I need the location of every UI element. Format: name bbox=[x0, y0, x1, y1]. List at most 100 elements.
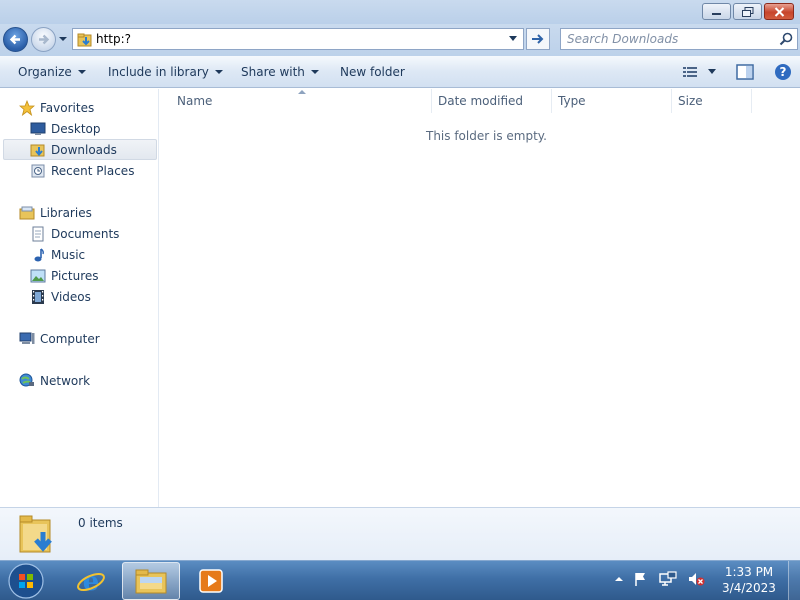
nav-favorites[interactable]: Favorites bbox=[19, 97, 94, 118]
close-icon bbox=[774, 6, 784, 17]
arrow-right-icon bbox=[39, 34, 50, 45]
nav-downloads-label: Downloads bbox=[51, 142, 117, 157]
navigation-pane: Favorites Desktop Downloads Recent Place… bbox=[0, 89, 159, 507]
downloads-folder-icon bbox=[77, 33, 92, 47]
nav-desktop[interactable]: Desktop bbox=[30, 118, 101, 139]
nav-music-label: Music bbox=[51, 247, 86, 262]
command-bar: Organize Include in library Share with N… bbox=[0, 56, 800, 88]
music-icon bbox=[34, 247, 44, 261]
system-tray bbox=[615, 571, 705, 587]
empty-folder-message: This folder is empty. bbox=[426, 129, 547, 143]
column-divider[interactable] bbox=[551, 89, 552, 113]
column-header-date-modified[interactable]: Date modified bbox=[438, 89, 550, 113]
view-options-dropdown-icon[interactable] bbox=[708, 69, 716, 75]
nav-favorites-label: Favorites bbox=[40, 100, 95, 115]
column-header-date-label: Date modified bbox=[438, 94, 524, 108]
go-arrow-icon bbox=[532, 34, 544, 44]
taskbar-clock[interactable]: 1:33 PM 3/4/2023 bbox=[716, 564, 782, 596]
nav-downloads[interactable]: Downloads bbox=[3, 139, 157, 160]
nav-documents-label: Documents bbox=[51, 226, 120, 241]
pictures-icon bbox=[30, 269, 46, 282]
show-desktop-button[interactable] bbox=[788, 561, 800, 600]
close-button[interactable] bbox=[764, 3, 794, 20]
computer-icon bbox=[19, 332, 35, 344]
column-header-size[interactable]: Size bbox=[678, 89, 750, 113]
libraries-icon bbox=[19, 206, 35, 219]
internet-explorer-icon: e bbox=[77, 567, 105, 596]
nav-videos[interactable]: Videos bbox=[30, 286, 91, 307]
nav-libraries[interactable]: Libraries bbox=[19, 202, 92, 223]
change-view-icon[interactable] bbox=[682, 65, 698, 79]
go-button[interactable] bbox=[526, 28, 550, 50]
taskbar: e 1:33 PM 3/4/2023 bbox=[0, 560, 800, 600]
column-header-size-label: Size bbox=[678, 94, 703, 108]
preview-pane-icon[interactable] bbox=[736, 64, 754, 80]
svg-text:?: ? bbox=[780, 65, 787, 79]
volume-muted-icon[interactable] bbox=[687, 571, 705, 587]
column-header-type-label: Type bbox=[558, 94, 586, 108]
nav-documents[interactable]: Documents bbox=[30, 223, 119, 244]
column-divider[interactable] bbox=[751, 89, 752, 113]
share-with-button[interactable]: Share with bbox=[241, 65, 319, 79]
media-player-icon bbox=[199, 569, 223, 593]
downloads-folder-large-icon bbox=[19, 515, 52, 553]
help-icon[interactable]: ? bbox=[774, 63, 792, 81]
nav-network[interactable]: Network bbox=[19, 370, 90, 391]
nav-pictures-label: Pictures bbox=[51, 268, 99, 283]
nav-desktop-label: Desktop bbox=[51, 121, 101, 136]
chevron-down-icon bbox=[214, 70, 223, 74]
network-icon bbox=[19, 373, 34, 386]
show-hidden-icons-icon[interactable] bbox=[615, 576, 623, 582]
recent-pages-dropdown-icon[interactable] bbox=[58, 34, 68, 44]
taskbar-internet-explorer[interactable]: e bbox=[62, 562, 120, 600]
network-status-icon[interactable] bbox=[659, 571, 677, 587]
search-input[interactable]: Search Downloads bbox=[560, 28, 798, 50]
back-button[interactable] bbox=[3, 27, 28, 52]
column-header-name-label: Name bbox=[177, 94, 213, 108]
nav-music[interactable]: Music bbox=[30, 244, 85, 265]
column-header-name[interactable]: Name bbox=[177, 89, 431, 113]
restore-button[interactable] bbox=[733, 3, 762, 20]
minimize-button[interactable] bbox=[702, 3, 731, 20]
chevron-down-icon bbox=[77, 70, 86, 74]
new-folder-label: New folder bbox=[340, 65, 405, 79]
star-icon bbox=[19, 99, 35, 116]
column-divider[interactable] bbox=[431, 89, 432, 113]
nav-recent-places-label: Recent Places bbox=[51, 163, 135, 178]
chevron-down-icon bbox=[310, 70, 319, 74]
desktop-icon bbox=[30, 122, 46, 135]
nav-videos-label: Videos bbox=[51, 289, 91, 304]
file-list: Name Date modified Type Size This folder… bbox=[160, 89, 800, 507]
recent-places-icon bbox=[31, 164, 45, 177]
minimize-icon bbox=[712, 12, 721, 15]
clock-time: 1:33 PM bbox=[724, 565, 774, 579]
include-in-library-label: Include in library bbox=[108, 65, 209, 79]
include-in-library-button[interactable]: Include in library bbox=[108, 65, 223, 79]
videos-icon bbox=[32, 289, 44, 304]
arrow-left-icon bbox=[9, 34, 20, 45]
action-center-flag-icon[interactable] bbox=[633, 571, 649, 587]
start-button[interactable] bbox=[6, 562, 46, 600]
nav-libraries-label: Libraries bbox=[40, 205, 92, 220]
column-header-type[interactable]: Type bbox=[558, 89, 670, 113]
new-folder-button[interactable]: New folder bbox=[340, 65, 405, 79]
address-row: http:? Search Downloads bbox=[0, 24, 800, 56]
forward-button[interactable] bbox=[31, 27, 56, 52]
clock-date: 3/4/2023 bbox=[722, 581, 776, 595]
window-controls bbox=[702, 3, 794, 20]
column-divider[interactable] bbox=[671, 89, 672, 113]
nav-recent-places[interactable]: Recent Places bbox=[30, 160, 134, 181]
search-icon[interactable] bbox=[779, 32, 793, 46]
item-count: 0 items bbox=[78, 516, 123, 530]
share-with-label: Share with bbox=[241, 65, 305, 79]
taskbar-windows-explorer[interactable] bbox=[122, 562, 180, 600]
search-placeholder: Search Downloads bbox=[567, 32, 679, 46]
address-field[interactable]: http:? bbox=[72, 28, 524, 50]
address-dropdown-icon[interactable] bbox=[509, 36, 518, 42]
organize-button[interactable]: Organize bbox=[18, 65, 86, 79]
nav-computer-label: Computer bbox=[40, 331, 100, 346]
address-text: http:? bbox=[96, 32, 132, 46]
taskbar-media-player[interactable] bbox=[182, 562, 240, 600]
nav-pictures[interactable]: Pictures bbox=[30, 265, 99, 286]
nav-computer[interactable]: Computer bbox=[19, 328, 100, 349]
